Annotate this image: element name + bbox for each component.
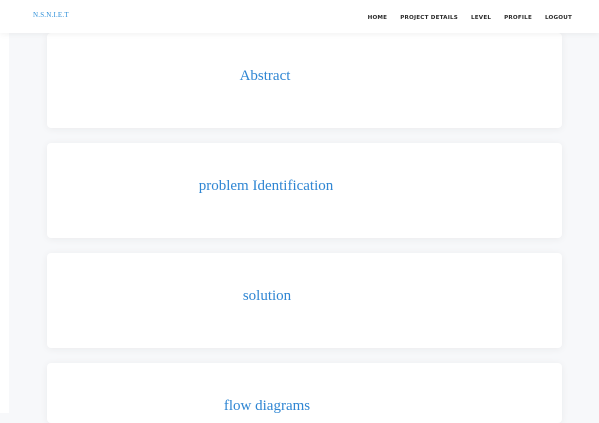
nav-home-link[interactable]: HOME: [368, 15, 388, 21]
nav-logout-link[interactable]: LOGOUT: [545, 15, 572, 21]
solution-card[interactable]: solution: [47, 253, 562, 348]
abstract-card[interactable]: Abstract: [47, 33, 562, 128]
brand-logo-text[interactable]: N.S.N.I.E.T: [33, 11, 69, 19]
left-edge-panel: [0, 33, 9, 413]
nav-links: HOME PROJECT DETAILS LEVEL PROFILE LOGOU…: [368, 15, 572, 21]
flow-diagrams-card-title: flow diagrams: [223, 398, 311, 414]
nav-level-link[interactable]: LEVEL: [471, 15, 491, 21]
flow-diagrams-card[interactable]: flow diagrams: [47, 363, 562, 423]
problem-identification-card-title: problem Identification: [198, 178, 334, 194]
top-navbar: N.S.N.I.E.T HOME PROJECT DETAILS LEVEL P…: [0, 0, 599, 33]
problem-identification-card[interactable]: problem Identification: [47, 143, 562, 238]
nav-profile-link[interactable]: PROFILE: [504, 15, 532, 21]
abstract-card-title: Abstract: [239, 68, 291, 84]
solution-card-title: solution: [242, 288, 292, 304]
nav-project-details-link[interactable]: PROJECT DETAILS: [400, 15, 458, 21]
